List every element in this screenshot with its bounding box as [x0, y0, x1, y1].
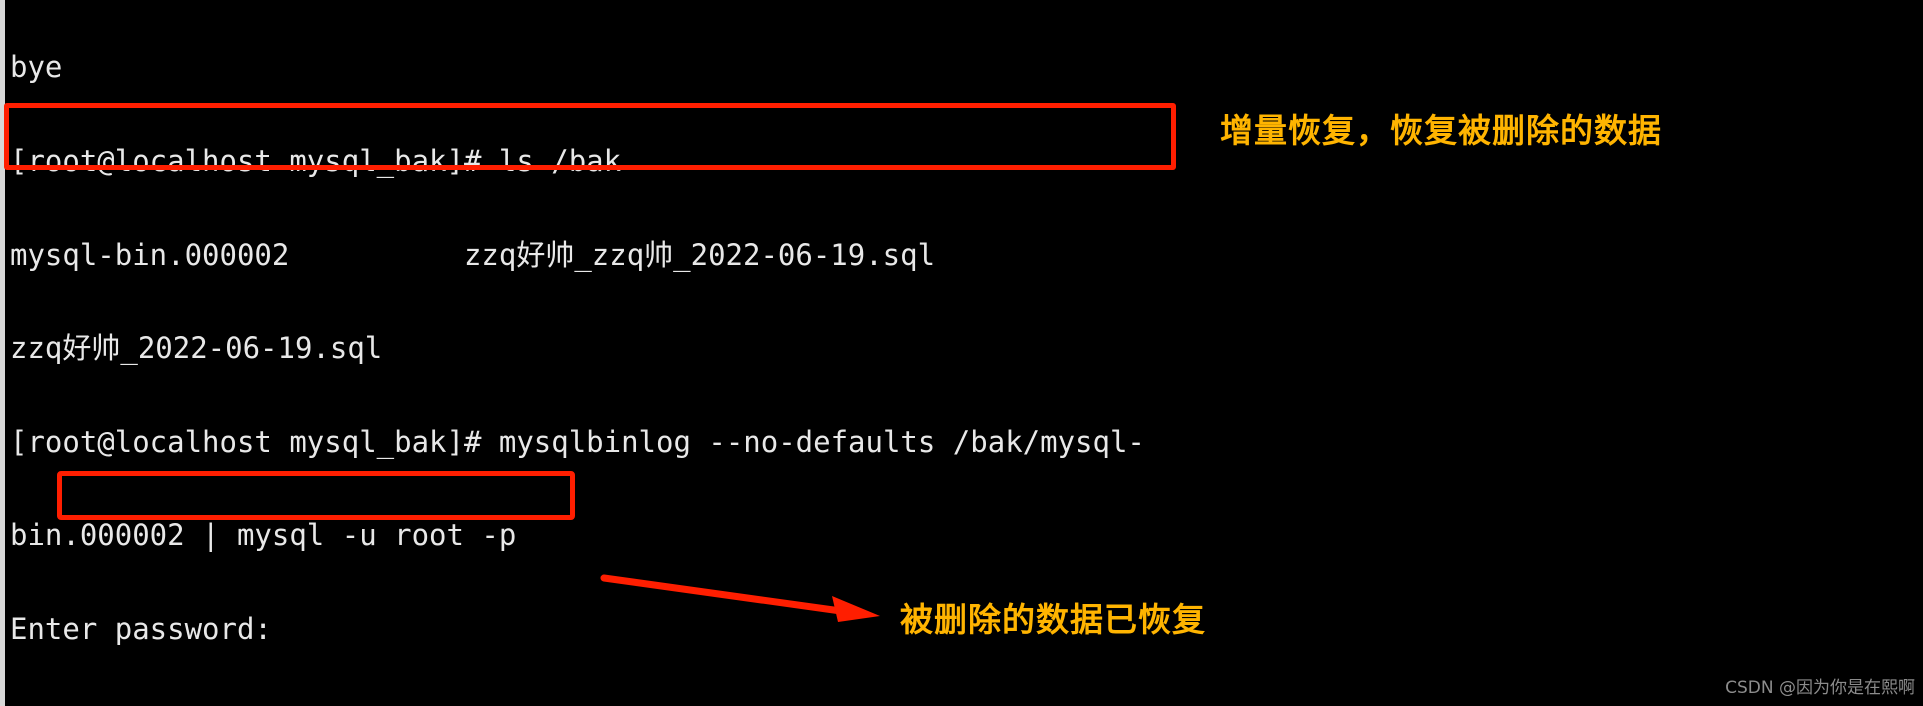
annotation-incremental-recovery: 增量恢复，恢复被删除的数据 — [1220, 111, 1662, 150]
terminal-line-binlog-command-part2: bin.000002 | mysql -u root -p — [10, 518, 517, 553]
csdn-watermark: CSDN @因为你是在熙啊 — [1725, 678, 1915, 698]
terminal-line-password-prompt-1: Enter password: — [10, 611, 272, 646]
window-left-edge — [0, 0, 5, 706]
terminal-line-bye: bye — [10, 50, 63, 85]
terminal-line-ls-output-1: mysql-bin.000002 zzq好帅_zzq帅_2022-06-19.s… — [10, 237, 936, 272]
terminal-line-ls-output-2: zzq好帅_2022-06-19.sql — [10, 331, 383, 366]
terminal-window: bye [root@localhost mysql_bak]# ls /bak … — [0, 0, 1923, 706]
terminal-line-binlog-command-part1: [root@localhost mysql_bak]# mysqlbinlog … — [10, 424, 1145, 459]
annotation-data-restored: 被删除的数据已恢复 — [900, 600, 1206, 639]
